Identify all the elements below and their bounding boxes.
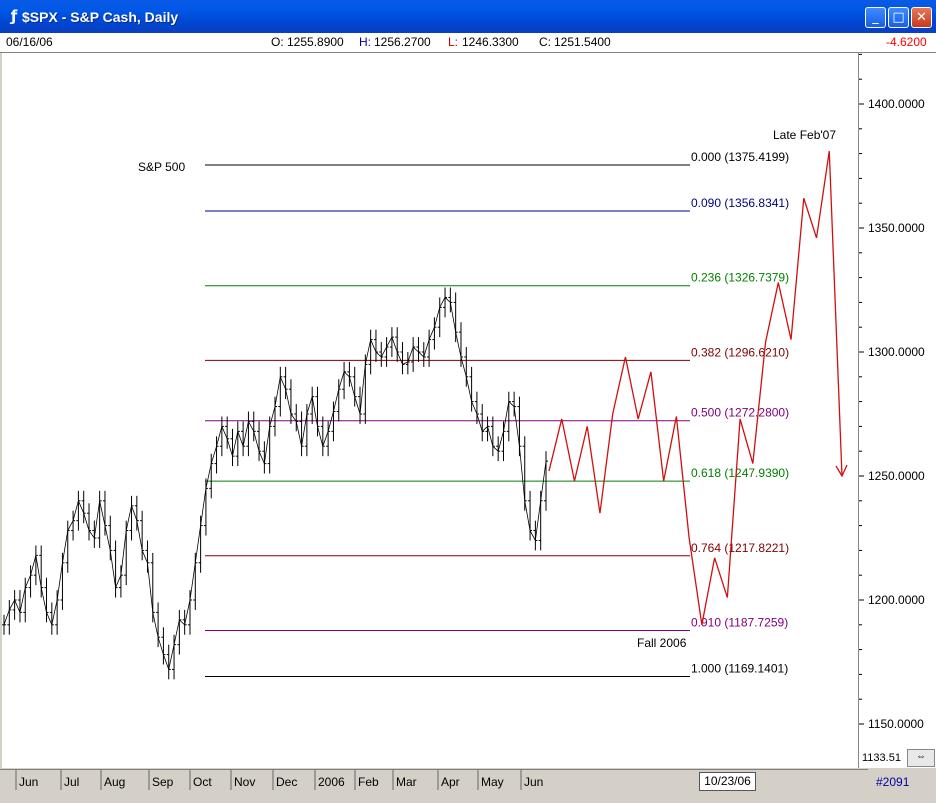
x-tick-label-5: Nov	[234, 775, 255, 789]
last-price-label: 1133.51	[862, 752, 901, 764]
window-titlebar: ƒ $SPX - S&P Cash, Daily _ □ ✕	[0, 0, 936, 33]
chart-app-icon: ƒ	[10, 7, 18, 25]
x-tick-label-8: Feb	[358, 775, 379, 789]
x-tick-label-3: Sep	[152, 775, 174, 789]
quote-bar: 06/16/06 O: 1255.8900 H: 1256.2700 L: 12…	[0, 33, 936, 53]
low-label: L:	[448, 35, 459, 49]
fib-label-0: 0.000 (1375.4199)	[691, 150, 789, 164]
cursor-date-box: 10/23/06	[699, 772, 756, 791]
fib-label-1: 0.090 (1356.8341)	[691, 196, 789, 210]
bar-count: #2091	[876, 775, 910, 789]
price-chart[interactable]: 0.000 (1375.4199) 0.090 (1356.8341) 0.236 …	[2, 53, 858, 768]
y-tick-label-0: 1400.0000	[868, 97, 925, 111]
fib-label-8: 1.000 (1169.1401)	[691, 662, 788, 676]
x-tick-label-6: Dec	[276, 775, 297, 789]
chart-info-panel: #2091	[868, 769, 936, 798]
change-value: -4.6200	[886, 35, 927, 49]
maximize-button[interactable]: □	[888, 7, 909, 28]
x-tick-label-7: 2006	[318, 775, 345, 789]
minimize-button[interactable]: _	[865, 7, 886, 28]
fib-label-2: 0.236 (1326.7379)	[691, 271, 789, 285]
fib-label-5: 0.618 (1247.9390)	[691, 466, 789, 480]
high-label: H:	[359, 35, 371, 49]
low-value: 1246.3300	[462, 35, 519, 49]
high-value: 1256.2700	[374, 35, 431, 49]
price-chart-svg: 0.000 (1375.4199) 0.090 (1356.8341) 0.236 …	[2, 128, 848, 680]
window-title: $SPX - S&P Cash, Daily	[22, 9, 179, 25]
x-tick-label-2: Aug	[104, 775, 125, 789]
x-tick-label-12: Jun	[524, 775, 543, 789]
y-tick-label-3: 1250.0000	[868, 469, 925, 483]
price-axis-svg: 1400.0000 1350.0000 1300.0000 1250.0000 1200…	[859, 53, 925, 731]
close-icon: ✕	[916, 10, 927, 25]
close-label: C:	[539, 35, 551, 49]
close-value: 1251.5400	[554, 35, 611, 49]
fib-label-6: 0.764 (1217.8221)	[691, 541, 789, 555]
x-tick-label-9: Mar	[396, 775, 417, 789]
maximize-icon: □	[892, 10, 905, 25]
price-series-line	[3, 296, 547, 671]
x-tick-label-1: Jul	[64, 775, 79, 789]
x-tick-label-0: Jun	[19, 775, 38, 789]
price-axis: 1400.0000 1350.0000 1300.0000 1250.0000 1200…	[858, 53, 936, 768]
annotation-label-2: Fall 2006	[637, 636, 687, 650]
x-tick-label-11: May	[481, 775, 504, 789]
minimize-icon: _	[872, 10, 879, 25]
annotation-label-0: S&P 500	[138, 160, 185, 174]
y-tick-label-4: 1200.0000	[868, 593, 925, 607]
close-button[interactable]: ✕	[911, 7, 932, 28]
open-value: 1255.8900	[287, 35, 344, 49]
quote-date: 06/16/06	[6, 35, 53, 49]
resize-grip-icon: ⇔	[916, 751, 926, 762]
x-tick-label-10: Apr	[441, 775, 460, 789]
y-tick-label-2: 1300.0000	[868, 345, 925, 359]
fib-label-7: 0.910 (1187.7259)	[691, 615, 788, 629]
y-tick-label-1: 1350.0000	[868, 221, 925, 235]
annotation-label-1: Late Feb'07	[773, 128, 836, 142]
fib-label-3: 0.382 (1296.6210)	[691, 345, 789, 359]
y-tick-label-5: 1150.0000	[868, 717, 924, 731]
open-label: O:	[271, 35, 284, 49]
x-tick-label-4: Oct	[193, 775, 212, 789]
resize-grip[interactable]: ⇔	[907, 749, 935, 767]
fib-label-4: 0.500 (1272.2800)	[691, 406, 789, 420]
